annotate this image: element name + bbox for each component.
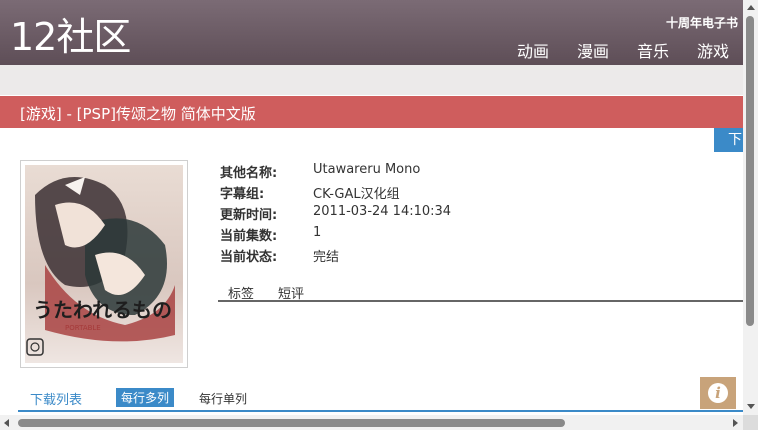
promo-link[interactable]: 十周年电子书 <box>666 14 738 31</box>
info-label: 当前状态: <box>220 250 278 265</box>
title-bar: [游戏] - [PSP]传颂之物 简体中文版 <box>0 96 743 128</box>
info-row-episodes: 当前集数: 1 <box>220 225 451 246</box>
info-panel: 其他名称: Utawareru Mono 字幕组: CK-GAL汉化组 更新时间… <box>220 162 451 267</box>
horizontal-scroll-thumb[interactable] <box>18 419 565 427</box>
horizontal-scrollbar[interactable] <box>0 415 743 430</box>
tab-tags[interactable]: 标签 <box>228 283 254 302</box>
scroll-down-icon[interactable] <box>747 404 755 409</box>
page-title: [游戏] - [PSP]传颂之物 简体中文版 <box>20 105 256 123</box>
info-row-status: 当前状态: 完结 <box>220 246 451 267</box>
sub-header-strip <box>0 65 743 95</box>
site-header: 12社区 十周年电子书 动画 漫画 音乐 游戏 <box>0 0 743 65</box>
info-value: Utawareru Mono <box>313 162 421 177</box>
main-nav: 动画 漫画 音乐 游戏 <box>517 38 729 62</box>
tab-reviews[interactable]: 短评 <box>278 283 304 302</box>
scroll-right-icon[interactable] <box>733 419 738 427</box>
nav-item-anime[interactable]: 动画 <box>517 38 549 62</box>
info-button[interactable]: i <box>700 377 736 409</box>
vertical-scroll-thumb[interactable] <box>746 16 754 326</box>
download-tab[interactable]: 下 <box>714 128 743 152</box>
info-value: 1 <box>313 225 322 240</box>
vertical-scrollbar[interactable] <box>743 0 758 415</box>
cover-artwork: うたわれるもの PORTABLE <box>25 165 183 363</box>
scroll-up-icon[interactable] <box>747 5 755 10</box>
info-row-subgroup: 字幕组: CK-GAL汉化组 <box>220 183 451 204</box>
info-value: 2011-03-24 14:10:34 <box>313 204 452 219</box>
nav-item-manga[interactable]: 漫画 <box>577 38 609 62</box>
detail-tabs: 标签 短评 <box>218 280 743 302</box>
info-label: 字幕组: <box>220 187 265 202</box>
view-single-column-button[interactable]: 每行单列 <box>199 390 247 407</box>
nav-item-music[interactable]: 音乐 <box>637 38 669 62</box>
scroll-left-icon[interactable] <box>4 419 9 427</box>
download-list-header: 下载列表 每行多列 每行单列 <box>18 386 743 412</box>
info-value: CK-GAL汉化组 <box>313 187 400 202</box>
info-icon: i <box>708 383 728 403</box>
cover-image: うたわれるもの PORTABLE <box>20 160 188 368</box>
info-value: 完结 <box>313 250 340 265</box>
info-label: 当前集数: <box>220 229 278 244</box>
nav-item-games[interactable]: 游戏 <box>697 38 729 62</box>
info-label: 更新时间: <box>220 208 278 223</box>
download-list-title[interactable]: 下载列表 <box>30 389 82 408</box>
cover-subtitle-art: PORTABLE <box>65 324 101 332</box>
info-row-alias: 其他名称: Utawareru Mono <box>220 162 451 183</box>
cover-title-art: うたわれるもの <box>33 298 172 322</box>
site-logo[interactable]: 12社区 <box>10 14 131 60</box>
scrollbar-corner <box>743 415 758 430</box>
info-label: 其他名称: <box>220 166 278 181</box>
info-row-updated: 更新时间: 2011-03-24 14:10:34 <box>220 204 451 225</box>
view-multi-column-button[interactable]: 每行多列 <box>116 388 175 407</box>
